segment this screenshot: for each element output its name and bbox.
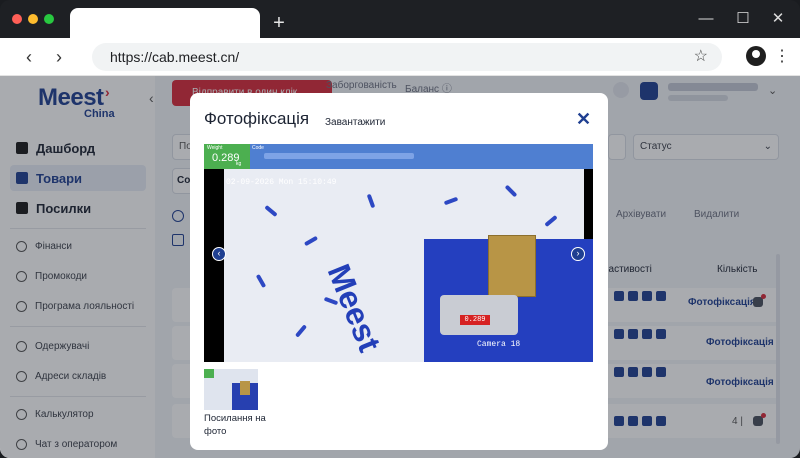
maximize-window-dot[interactable]: [44, 14, 54, 24]
photo-thumbnail[interactable]: [204, 369, 258, 410]
camera-name: Camera 18: [477, 340, 521, 349]
back-button[interactable]: ‹: [16, 44, 42, 70]
code-label: Code: [252, 145, 264, 151]
profile-icon[interactable]: [746, 46, 766, 66]
maximize-button[interactable]: ☐: [732, 8, 754, 30]
close-icon[interactable]: ✕: [576, 109, 591, 129]
new-tab-button[interactable]: +: [268, 8, 290, 38]
browser-window: + — ☐ ✕ ‹ › https://cab.meest.cn/ ☆ ⋮ Me…: [0, 0, 800, 458]
weight-label: Weight: [207, 145, 223, 151]
url-text[interactable]: https://cab.meest.cn/: [110, 49, 239, 65]
tab-strip: + — ☐ ✕: [0, 0, 800, 38]
photo-modal: Фотофіксація Завантажити ✕ Weight 0.289 …: [190, 93, 608, 450]
download-button[interactable]: Завантажити: [325, 117, 385, 128]
photo-link[interactable]: Посилання на фото: [204, 412, 274, 438]
close-button[interactable]: ✕: [767, 8, 789, 30]
weight-box: Weight 0.289 kg: [204, 144, 250, 169]
scale-readout-bar: Weight 0.289 kg Code: [204, 144, 593, 169]
next-photo-button[interactable]: ›: [571, 247, 585, 261]
scale-display: 0.289: [460, 315, 490, 325]
modal-title: Фотофіксація: [204, 109, 310, 128]
weight-unit: kg: [236, 161, 242, 167]
minimize-window-dot[interactable]: [28, 14, 38, 24]
prev-photo-button[interactable]: ‹: [212, 247, 226, 261]
code-value-blurred: [264, 153, 414, 159]
address-bar[interactable]: https://cab.meest.cn/ ☆: [92, 43, 722, 71]
camera-timestamp: 02-09-2026 Mon 15:10:49: [226, 178, 337, 187]
thumb-weight: [204, 369, 214, 378]
browser-toolbar: ‹ › https://cab.meest.cn/ ☆ ⋮: [0, 38, 800, 76]
parcel-box: [488, 235, 536, 297]
close-window-dot[interactable]: [12, 14, 22, 24]
active-tab[interactable]: [70, 8, 260, 38]
window-controls-mac: [12, 14, 54, 24]
minimize-button[interactable]: —: [695, 8, 717, 30]
thumb-box: [240, 381, 250, 395]
forward-button[interactable]: ›: [46, 44, 72, 70]
bookmark-star-icon[interactable]: ☆: [694, 46, 708, 66]
camera-photo: Meest 0.289 02-09-2026 Mon 15:10:49 Came…: [204, 169, 593, 362]
browser-menu-icon[interactable]: ⋮: [774, 44, 790, 70]
